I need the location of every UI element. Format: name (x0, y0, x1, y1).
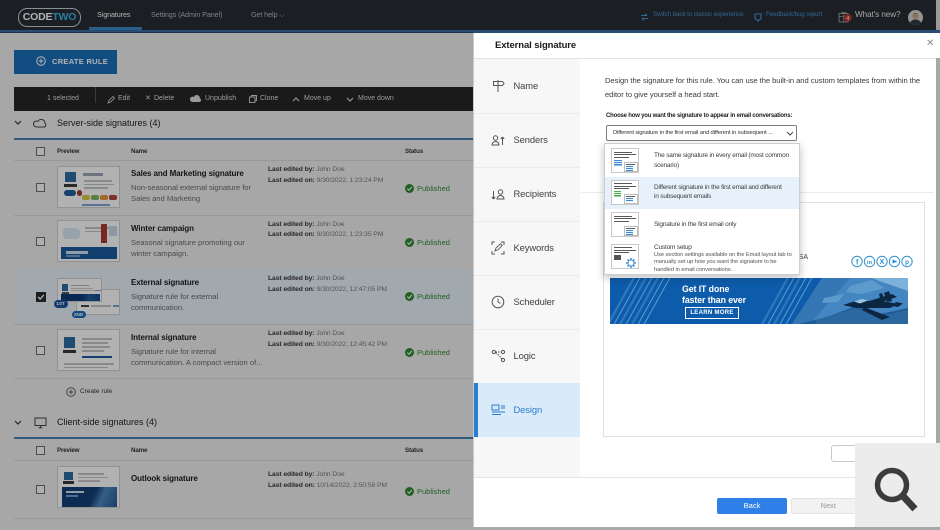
svg-text:in: in (867, 260, 873, 266)
svg-text:X: X (879, 259, 884, 266)
svg-text:p: p (905, 259, 909, 266)
